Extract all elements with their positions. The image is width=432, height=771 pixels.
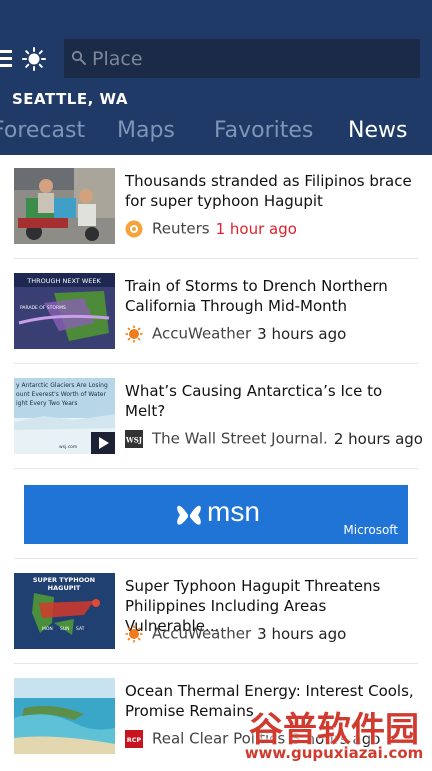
thumb-caption: PARADE OF STORMS <box>20 305 66 311</box>
thumb-caption: SUN <box>60 626 70 632</box>
hamburger-menu-icon[interactable] <box>0 50 12 68</box>
accuweather-icon <box>125 625 143 642</box>
divider <box>14 258 418 259</box>
search-box[interactable] <box>64 39 420 78</box>
divider <box>14 363 418 364</box>
rcp-icon: RCP <box>125 729 143 748</box>
news-headline[interactable]: Thousands stranded as Filipinos brace fo… <box>125 171 415 211</box>
news-thumbnail: THROUGH NEXT WEEK PARADE OF STORMS <box>14 273 115 349</box>
news-meta: Reuters 1 hour ago <box>125 219 297 239</box>
news-source: Reuters <box>152 219 210 238</box>
divider <box>14 558 418 559</box>
news-item[interactable]: Thousands stranded as Filipinos brace fo… <box>14 155 418 261</box>
watermark-url: www.gupuxiazai.com <box>244 744 424 762</box>
news-headline[interactable]: Train of Storms to Drench Northern Calif… <box>125 276 415 316</box>
watermark: 谷普软件园 www.gupuxiazai.com <box>236 698 432 768</box>
news-meta: WSJ The Wall Street Journal. 2 hours ago <box>125 429 423 449</box>
news-meta: AccuWeather 3 hours ago <box>125 324 346 344</box>
msn-ad-banner[interactable]: msn Microsoft <box>24 485 408 544</box>
svg-text:RCP: RCP <box>127 736 142 744</box>
thumb-caption: wsj.com <box>59 444 77 450</box>
news-thumbnail <box>14 678 115 754</box>
search-icon <box>71 50 86 65</box>
tab-favorites[interactable]: Favorites <box>214 118 313 143</box>
news-time: 2 hours ago <box>333 429 423 448</box>
thumb-caption: HAGUPIT <box>48 584 81 592</box>
news-item[interactable]: SUPER TYPHOON HAGUPIT MON SUN SAT Super … <box>14 560 418 666</box>
news-item[interactable]: y Antarctic Glaciers Are Losing ount Eve… <box>14 365 423 471</box>
ad-brand: Microsoft <box>343 523 398 537</box>
thumb-caption: ount Everest's Worth of Water <box>16 391 106 398</box>
wsj-icon: WSJ <box>125 429 143 448</box>
news-source: AccuWeather <box>152 624 252 643</box>
news-thumbnail <box>14 168 115 244</box>
divider <box>14 663 418 664</box>
thumb-caption: SAT <box>76 626 85 632</box>
news-meta: AccuWeather 3 hours ago <box>125 624 346 644</box>
sun-icon[interactable] <box>22 47 46 71</box>
svg-text:WSJ: WSJ <box>125 435 143 444</box>
tab-bar: Forecast Maps Favorites News <box>0 118 432 148</box>
news-thumbnail: y Antarctic Glaciers Are Losing ount Eve… <box>14 378 115 454</box>
news-headline[interactable]: What’s Causing Antarctica’s Ice to Melt? <box>125 381 415 421</box>
news-item[interactable]: THROUGH NEXT WEEK PARADE OF STORMS Train… <box>14 260 418 366</box>
news-time: 1 hour ago <box>215 219 297 238</box>
thumb-caption: ight Every Two Years <box>16 400 77 407</box>
search-input[interactable] <box>92 39 412 78</box>
tab-forecast[interactable]: Forecast <box>0 118 85 143</box>
reuters-icon <box>125 220 143 237</box>
ad-text: msn <box>207 496 260 527</box>
thumb-caption: MON <box>42 626 53 632</box>
accuweather-icon <box>125 325 143 342</box>
location-label: SEATTLE, WA <box>12 90 129 108</box>
news-time: 3 hours ago <box>257 624 347 643</box>
news-time: 3 hours ago <box>257 324 347 343</box>
news-thumbnail: SUPER TYPHOON HAGUPIT MON SUN SAT <box>14 573 115 649</box>
msn-butterfly-icon <box>177 505 201 525</box>
thumb-caption: y Antarctic Glaciers Are Losing <box>16 382 108 389</box>
divider <box>14 468 418 469</box>
thumb-caption: THROUGH NEXT WEEK <box>26 277 101 285</box>
news-source: The Wall Street Journal. <box>152 429 328 448</box>
tab-news[interactable]: News <box>348 118 407 143</box>
thumb-caption: SUPER TYPHOON <box>33 576 95 584</box>
news-source: AccuWeather <box>152 324 252 343</box>
tab-maps[interactable]: Maps <box>117 118 175 143</box>
app-header: SEATTLE, WA Forecast Maps Favorites News <box>0 0 432 155</box>
